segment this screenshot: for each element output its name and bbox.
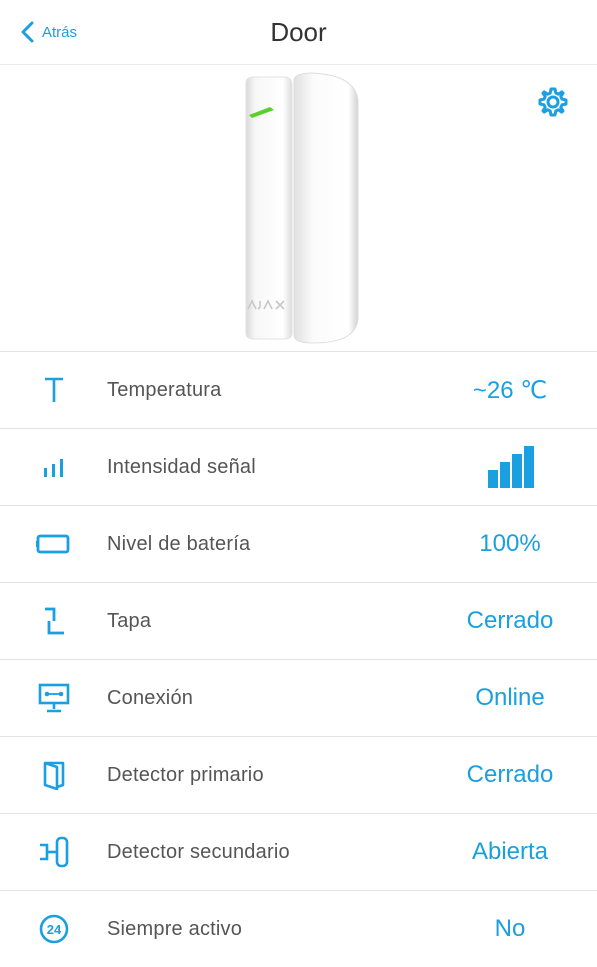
row-label: Nivel de batería [107,532,251,555]
connection-icon [34,681,74,715]
row-label: Detector primario [107,763,264,786]
temperature-value: ~26 ℃ [472,376,548,404]
signal-bar-4 [524,446,534,488]
row-label: Detector secundario [107,840,290,863]
row-siempre-activo: 24 Siempre activo No [0,890,597,967]
row-label: Intensidad señal [107,455,256,478]
row-label: Siempre activo [107,917,243,940]
row-temperatura: Temperatura ~26 ℃ [0,351,597,428]
svg-text:24: 24 [47,922,62,937]
header: Atrás Door [0,0,597,65]
connection-value: Online [475,684,545,711]
temperature-icon [34,373,74,407]
row-detector-secundario: Detector secundario Abierta [0,813,597,890]
signal-bar-1 [488,470,498,488]
device-image [245,72,359,344]
row-conexion: Conexión Online [0,659,597,736]
tamper-icon [34,604,74,638]
row-tapa: Tapa Cerrado [0,582,597,659]
status-list: Temperatura ~26 ℃ Intensidad señal Nivel… [0,351,597,967]
always-active-value: No [494,915,526,942]
signal-bar-2 [500,462,510,488]
signal-icon [34,450,74,484]
row-label: Temperatura [107,378,222,401]
signal-strength-bars [487,446,535,488]
row-intensidad-senal: Intensidad señal [0,428,597,505]
row-label: Tapa [107,609,152,632]
primary-detector-icon [34,758,74,792]
gear-icon[interactable] [537,86,569,118]
device-hero [0,65,597,350]
signal-bar-3 [512,454,522,488]
row-label: Conexión [107,686,194,709]
row-detector-primario: Detector primario Cerrado [0,736,597,813]
primary-detector-value: Cerrado [466,761,554,788]
secondary-detector-icon [34,835,74,869]
battery-icon [34,527,74,561]
tamper-value: Cerrado [466,607,554,634]
row-nivel-bateria: Nivel de batería 100% [0,505,597,582]
always-active-icon: 24 [34,912,74,946]
battery-value: 100% [479,530,541,557]
page-title: Door [270,17,327,47]
secondary-detector-value: Abierta [471,838,549,865]
